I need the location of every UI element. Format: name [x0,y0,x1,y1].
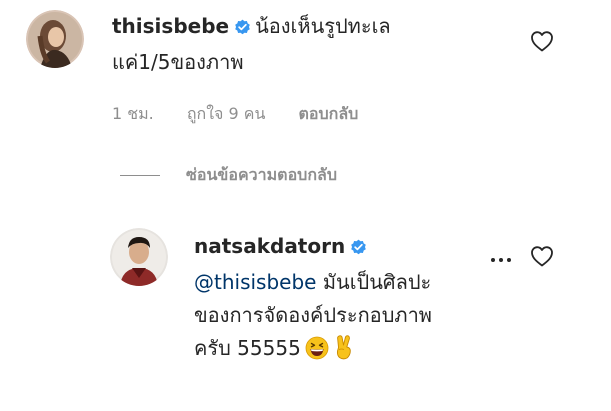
verified-badge-icon [350,233,367,266]
reply-text-line1: มันเป็นศิลปะ [322,270,432,294]
comment-text-line2: แค่1/5ของภาพ [112,50,244,74]
comment-username[interactable]: thisisbebe [112,14,229,38]
avatar-natsakdatorn[interactable] [110,228,168,286]
heart-icon[interactable] [530,245,554,267]
comment-text-line1: น้องเห็นรูปทะเล [255,14,391,38]
reply-text-line3: ครับ 55555 [194,336,301,360]
reply-text-line2: ของการจัดองค์ประกอบภาพ [194,303,432,327]
heart-icon[interactable] [530,30,554,52]
grinning-squinting-face-emoji [305,336,329,370]
hide-replies-label: ซ่อนข้อความตอบกลับ [186,165,337,184]
more-options-icon[interactable] [489,250,513,262]
comment-likes[interactable]: ถูกใจ 9 คน [187,102,266,127]
comment-body: thisisbebe น้องเห็นรูปทะเล แค่1/5ของภาพ [112,10,522,79]
reply-username[interactable]: natsakdatorn [194,234,345,258]
mention-link[interactable]: @thisisbebe [194,270,316,294]
comments-section: thisisbebe น้องเห็นรูปทะเล แค่1/5ของภาพ 1… [0,0,611,411]
victory-hand-emoji [333,334,355,370]
comment-meta: 1 ชม. ถูกใจ 9 คน ตอบกลับ [112,102,358,127]
divider-line [120,175,160,176]
hide-replies-button[interactable]: ซ่อนข้อความตอบกลับ [120,163,337,188]
verified-badge-icon [234,13,251,46]
avatar-thisisbebe[interactable] [26,10,84,68]
reply-button[interactable]: ตอบกลับ [299,102,359,127]
reply-body: natsakdatorn @thisisbebe มันเป็นศิลปะ ขอ… [194,230,494,370]
comment-time: 1 ชม. [112,104,154,123]
